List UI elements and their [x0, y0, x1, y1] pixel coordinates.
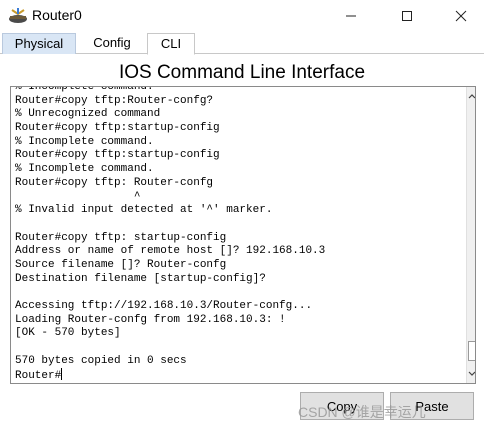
- text-cursor: [61, 368, 63, 381]
- console-scrollbar[interactable]: [466, 87, 475, 383]
- close-button[interactable]: [438, 0, 484, 32]
- chevron-down-icon: [468, 371, 475, 376]
- console-line: % Incomplete command.: [15, 135, 154, 148]
- tab-cli[interactable]: CLI: [147, 33, 195, 55]
- maximize-button[interactable]: [384, 0, 430, 32]
- console-line: [OK - 570 bytes]: [15, 327, 121, 340]
- cli-header: IOS Command Line Interface: [118, 62, 366, 83]
- maximize-icon: [402, 11, 412, 21]
- chevron-up-icon: [468, 94, 475, 99]
- console-line: 570 bytes copied in 0 secs: [15, 354, 187, 367]
- console-line: Router#: [15, 368, 63, 383]
- console-line: % Incomplete command.: [15, 86, 154, 93]
- title-bar: Router0: [0, 0, 484, 32]
- console-line: Router#copy tftp:startup-config: [15, 122, 220, 135]
- console-line: % Invalid input detected at '^' marker.: [15, 204, 273, 217]
- console-line: Address or name of remote host []? 192.1…: [15, 245, 326, 258]
- console-output[interactable]: % Incomplete command. Router#copy tftp:Ro…: [15, 86, 455, 383]
- console-line: Destination filename [startup-config]?: [15, 272, 266, 285]
- console-line: Accessing tftp://192.168.10.3/Router-con…: [15, 300, 313, 312]
- console-line: Router#copy tftp: startup-config: [15, 231, 227, 244]
- scroll-thumb[interactable]: [468, 341, 475, 361]
- minimize-button[interactable]: [328, 0, 374, 32]
- console-line: Router#copy tftp: Router-confg: [15, 176, 214, 189]
- tab-physical[interactable]: Physical: [2, 33, 76, 54]
- tab-bar: Physical Config CLI: [0, 32, 484, 55]
- console-line: % Incomplete command.: [15, 163, 154, 176]
- console-line: ^: [15, 190, 141, 203]
- console-line: Router#copy tftp:startup-config: [15, 149, 220, 162]
- router-window: Router0 Physical Config CLI IOS Command …: [0, 0, 484, 432]
- copy-button[interactable]: Copy: [300, 392, 384, 420]
- close-icon: [455, 10, 467, 22]
- console-line: Router#copy tftp:Router-confg?: [15, 94, 214, 107]
- scroll-up-button[interactable]: [467, 87, 475, 105]
- minimize-icon: [346, 15, 356, 17]
- router-app-icon: [9, 8, 27, 23]
- window-title: Router0: [32, 7, 82, 23]
- scroll-down-button[interactable]: [467, 365, 475, 383]
- tab-config[interactable]: Config: [80, 33, 144, 54]
- console-line: Source filename []? Router-confg: [15, 258, 227, 271]
- console-line: Loading Router-confg from 192.168.10.3: …: [15, 313, 286, 326]
- console-line: % Unrecognized command: [15, 108, 161, 121]
- cli-console[interactable]: % Incomplete command. Router#copy tftp:Ro…: [10, 86, 476, 384]
- paste-button[interactable]: Paste: [390, 392, 474, 420]
